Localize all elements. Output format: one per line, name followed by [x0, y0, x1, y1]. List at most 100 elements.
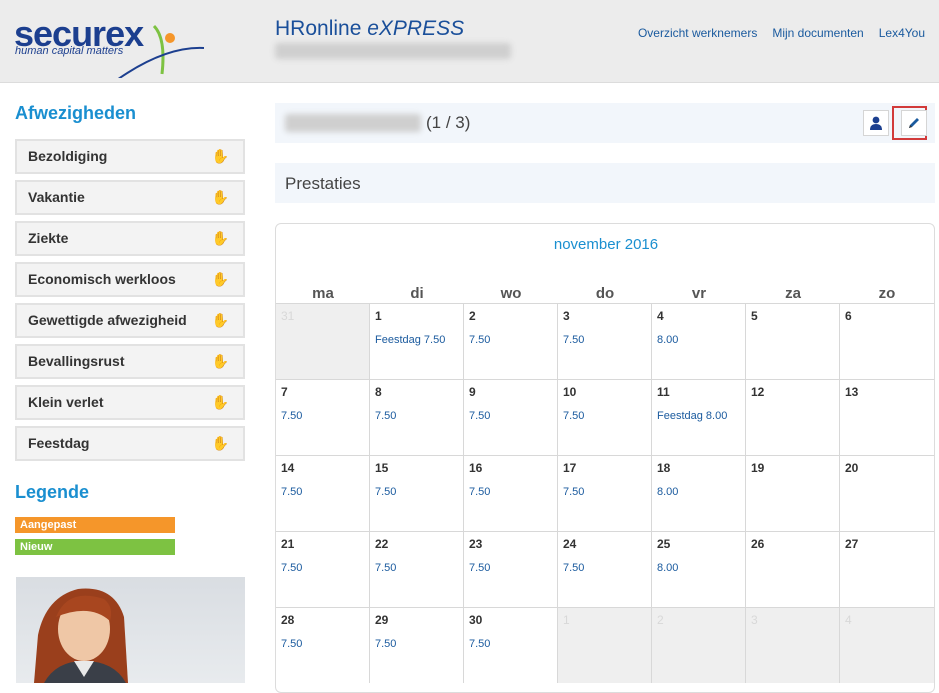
menu-item-label: Bevallingsrust [28, 353, 125, 369]
menu-item-label: Vakantie [28, 189, 85, 205]
menu-item-ziekte[interactable]: Ziekte ✋ [15, 221, 245, 256]
calendar-day[interactable]: 24 7.50 [557, 531, 652, 607]
day-number: 5 [751, 309, 758, 323]
calendar-day[interactable]: 15 7.50 [369, 455, 464, 531]
day-hours: 8.00 [657, 562, 679, 574]
employee-count: (1 / 3) [426, 113, 471, 132]
calendar-day[interactable]: 29 7.50 [369, 607, 464, 683]
calendar-day[interactable]: 30 7.50 [463, 607, 558, 683]
hand-icon: ✋ [211, 271, 229, 287]
calendar-day[interactable]: 9 7.50 [463, 379, 558, 455]
calendar-day[interactable]: 11 Feestdag 8.00 [651, 379, 746, 455]
day-number: 11 [657, 385, 670, 399]
calendar-day[interactable]: 18 8.00 [651, 455, 746, 531]
day-hours: 8.00 [657, 334, 679, 346]
redacted-employee-name [285, 114, 421, 132]
day-number: 10 [563, 385, 577, 399]
user-icon [870, 116, 882, 130]
calendar-day[interactable]: 23 7.50 [463, 531, 558, 607]
nav-mijn-documenten[interactable]: Mijn documenten [772, 26, 863, 40]
menu-item-vakantie[interactable]: Vakantie ✋ [15, 180, 245, 215]
redacted-user-info [275, 43, 511, 59]
day-number: 1 [563, 613, 570, 627]
menu-item-label: Klein verlet [28, 394, 104, 410]
menu-item-bevallingsrust[interactable]: Bevallingsrust ✋ [15, 344, 245, 379]
calendar-day[interactable]: 22 7.50 [369, 531, 464, 607]
calendar-day[interactable]: 26 [745, 531, 840, 607]
menu-item-gewettigde-afwezigheid[interactable]: Gewettigde afwezigheid ✋ [15, 303, 245, 338]
calendar-day[interactable]: 5 [745, 303, 840, 379]
day-hours: 7.50 [375, 638, 397, 650]
hand-icon: ✋ [211, 230, 229, 246]
calendar-day[interactable]: 16 7.50 [463, 455, 558, 531]
menu-item-economisch-werkloos[interactable]: Economisch werkloos ✋ [15, 262, 245, 297]
calendar-day[interactable]: 6 [839, 303, 934, 379]
top-nav: Overzicht werknemers Mijn documenten Lex… [638, 26, 925, 40]
weekday-header: wo [500, 285, 522, 302]
day-number: 3 [751, 613, 758, 627]
hand-icon: ✋ [211, 189, 229, 205]
day-number: 29 [375, 613, 389, 627]
menu-item-bezoldiging[interactable]: Bezoldiging ✋ [15, 139, 245, 174]
calendar-day[interactable]: 25 8.00 [651, 531, 746, 607]
menu-item-feestdag[interactable]: Feestdag ✋ [15, 426, 245, 461]
calendar-day[interactable]: 8 7.50 [369, 379, 464, 455]
day-number: 14 [281, 461, 295, 475]
calendar-day[interactable]: 7 7.50 [276, 379, 370, 455]
calendar-day[interactable]: 2 7.50 [463, 303, 558, 379]
hand-icon: ✋ [211, 312, 229, 328]
menu-item-klein-verlet[interactable]: Klein verlet ✋ [15, 385, 245, 420]
day-number: 9 [469, 385, 476, 399]
hand-icon: ✋ [211, 148, 229, 164]
day-hours: 7.50 [281, 486, 303, 498]
nav-overzicht-werknemers[interactable]: Overzicht werknemers [638, 26, 757, 40]
calendar-day[interactable]: 12 [745, 379, 840, 455]
day-hours: 7.50 [469, 410, 491, 422]
calendar-day[interactable]: 20 [839, 455, 934, 531]
day-number: 8 [375, 385, 382, 399]
weekday-header: ma [312, 285, 334, 302]
weekday-header: za [785, 285, 801, 302]
calendar-day-outside-month: 4 [839, 607, 934, 683]
legend-aangepast: Aangepast [15, 517, 175, 533]
calendar-day[interactable]: 10 7.50 [557, 379, 652, 455]
menu-item-label: Feestdag [28, 435, 90, 451]
legend-title: Legende [15, 482, 90, 502]
day-number: 12 [751, 385, 765, 399]
day-hours: 7.50 [281, 562, 303, 574]
securex-logo[interactable]: securex human capital matters [14, 14, 204, 78]
day-number: 21 [281, 537, 295, 551]
calendar-day[interactable]: 14 7.50 [276, 455, 370, 531]
calendar-day-outside-month: 31 [276, 303, 370, 379]
day-hours: 7.50 [563, 334, 585, 346]
menu-item-label: Bezoldiging [28, 148, 108, 164]
absence-menu: Bezoldiging ✋ Vakantie ✋ Ziekte ✋ Economisc… [15, 139, 245, 467]
calendar-day[interactable]: 28 7.50 [276, 607, 370, 683]
section-title: Prestaties [285, 174, 361, 193]
person-illustration [34, 588, 128, 683]
calendar-day[interactable]: 27 [839, 531, 934, 607]
menu-item-label: Gewettigde afwezigheid [28, 312, 187, 328]
day-number: 7 [281, 385, 288, 399]
day-hours: Feestdag 7.50 [375, 334, 446, 346]
calendar-day[interactable]: 1 Feestdag 7.50 [369, 303, 464, 379]
absences-title: Afwezigheden [15, 103, 137, 123]
employee-bar: (1 / 3) [275, 103, 935, 143]
day-number: 25 [657, 537, 671, 551]
calendar-day[interactable]: 4 8.00 [651, 303, 746, 379]
nav-lex4you[interactable]: Lex4You [879, 26, 925, 40]
edit-button[interactable] [901, 110, 927, 136]
calendar: november 2016 ma di wo do vr za zo 31 1 Feestdag … [275, 223, 935, 693]
calendar-day[interactable]: 21 7.50 [276, 531, 370, 607]
day-number: 18 [657, 461, 671, 475]
employee-profile-button[interactable] [863, 110, 889, 136]
day-number: 20 [845, 461, 859, 475]
calendar-day[interactable]: 17 7.50 [557, 455, 652, 531]
app-title-main: HRonline [275, 17, 362, 40]
day-number: 4 [657, 309, 664, 323]
calendar-day[interactable]: 19 [745, 455, 840, 531]
calendar-day[interactable]: 3 7.50 [557, 303, 652, 379]
calendar-day[interactable]: 13 [839, 379, 934, 455]
hand-icon: ✋ [211, 435, 229, 451]
hand-icon: ✋ [211, 394, 229, 410]
